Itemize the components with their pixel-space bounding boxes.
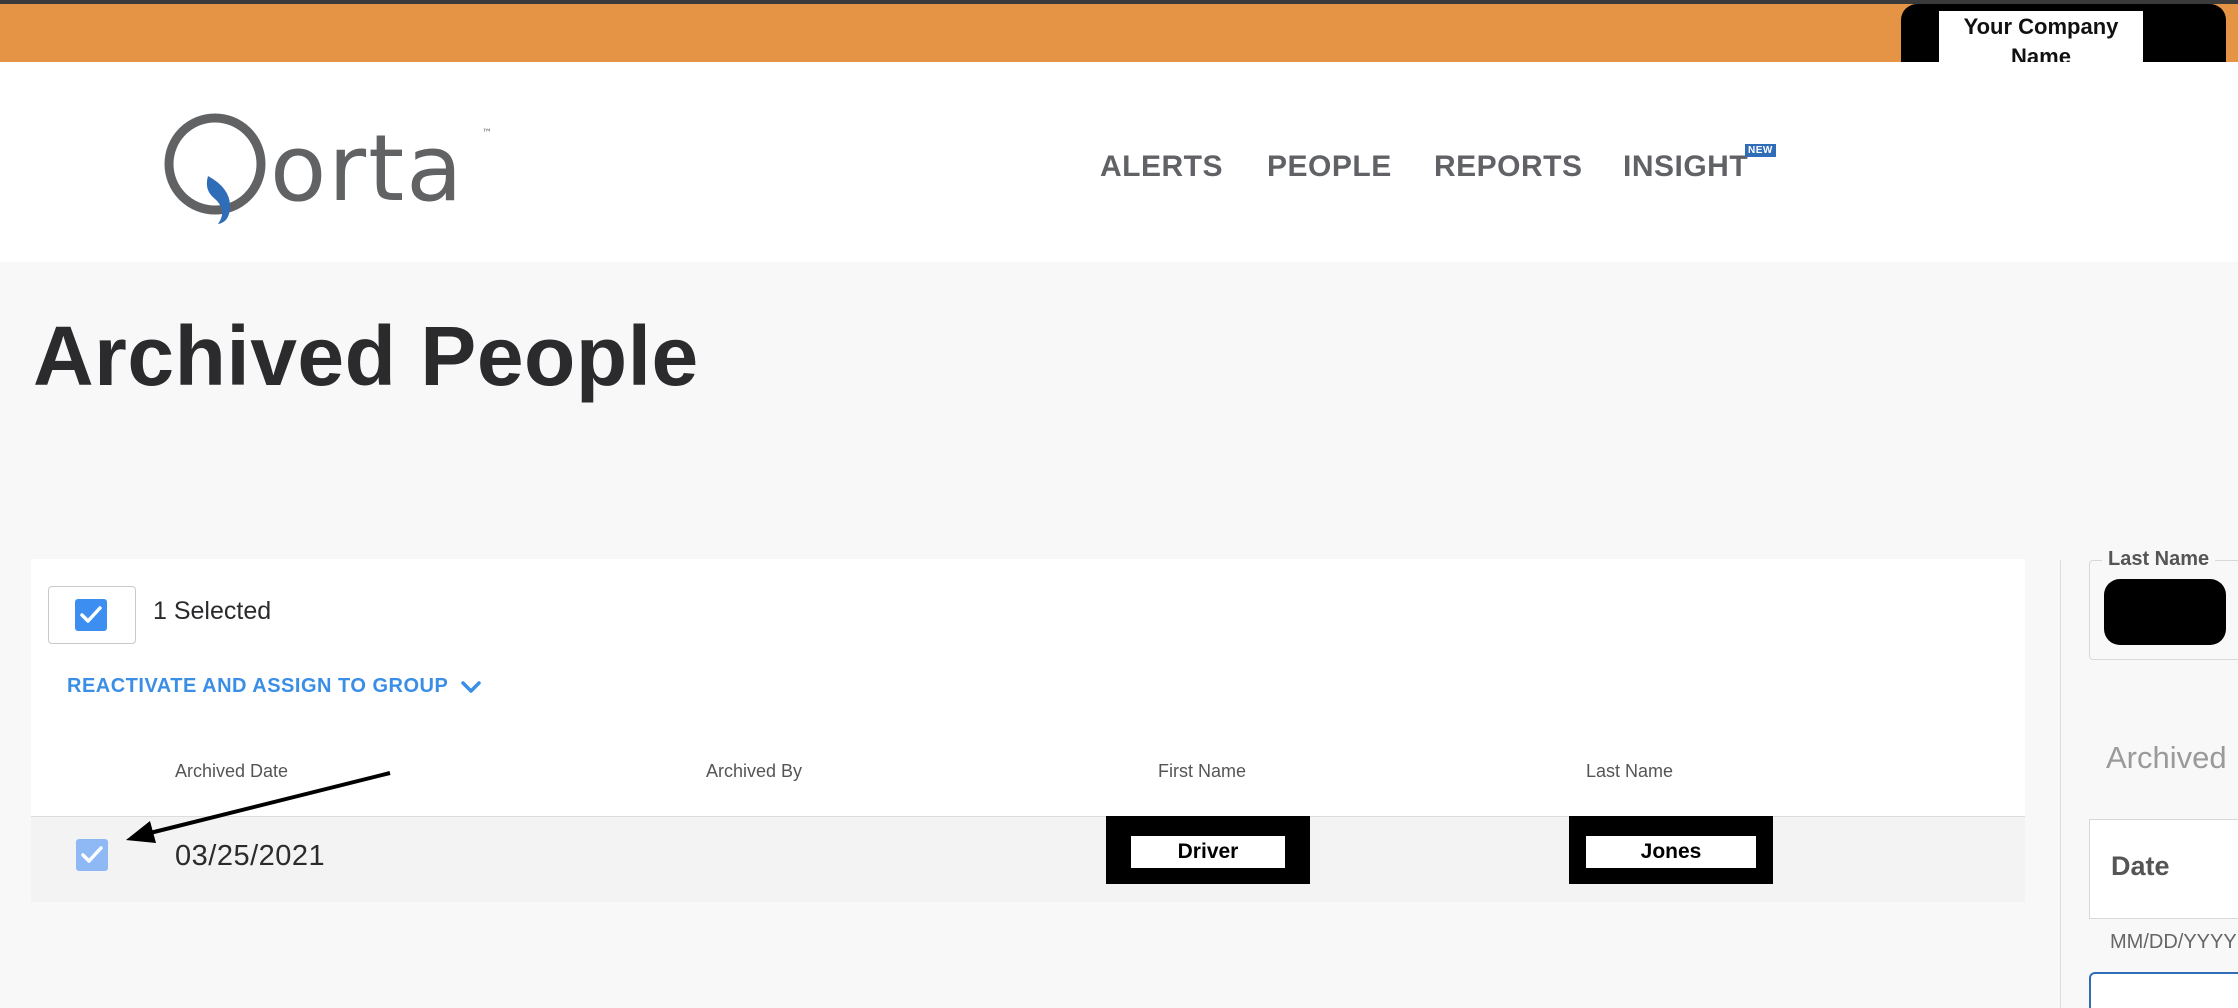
reactivate-label: REACTIVATE AND ASSIGN TO GROUP [67, 675, 449, 697]
archived-filter-heading: Archived [2106, 740, 2227, 775]
selected-count: 1 Selected [153, 597, 272, 625]
last-name-filter-input[interactable] [2104, 579, 2226, 645]
nav-reports[interactable]: REPORTS [1434, 150, 1583, 184]
nav-insight-label: INSIGHT [1623, 150, 1749, 183]
last-name-cell: Jones [1586, 836, 1756, 868]
svg-text:orta: orta [270, 115, 465, 222]
first-name-cell: Driver [1131, 836, 1285, 868]
date-input[interactable] [2089, 972, 2238, 1008]
date-format-hint: MM/DD/YYYY [2110, 931, 2237, 953]
col-archived-by[interactable]: Archived By [706, 761, 802, 782]
new-badge: NEW [1745, 144, 1776, 157]
chevron-down-icon [461, 680, 482, 693]
nav-alerts[interactable]: ALERTS [1100, 150, 1223, 184]
date-filter-label: Date [2111, 851, 2170, 881]
nav-people[interactable]: PEOPLE [1267, 150, 1392, 184]
svg-text:™: ™ [482, 128, 492, 139]
qorta-logo[interactable]: orta ™ [160, 106, 500, 226]
checkmark-icon [81, 846, 103, 863]
row-checkbox[interactable] [76, 839, 108, 871]
select-all-checkbox[interactable] [75, 599, 107, 631]
checkmark-icon [80, 606, 102, 623]
nav-insight[interactable]: INSIGHT NEW [1623, 144, 1776, 184]
last-name-filter-label: Last Name [2102, 548, 2216, 571]
filter-panel-divider [2060, 560, 2061, 1008]
reactivate-assign-dropdown[interactable]: REACTIVATE AND ASSIGN TO GROUP [67, 675, 482, 698]
annotation-arrow-icon [126, 771, 391, 843]
page-title: Archived People [33, 309, 699, 403]
first-name-redaction: Driver [1106, 816, 1310, 884]
col-first-name[interactable]: First Name [1158, 761, 1246, 782]
select-all-control[interactable] [48, 586, 136, 644]
col-last-name[interactable]: Last Name [1586, 761, 1673, 782]
header: orta ™ ALERTS PEOPLE REPORTS INSIGHT NEW [0, 62, 2238, 262]
last-name-redaction: Jones [1569, 816, 1773, 884]
